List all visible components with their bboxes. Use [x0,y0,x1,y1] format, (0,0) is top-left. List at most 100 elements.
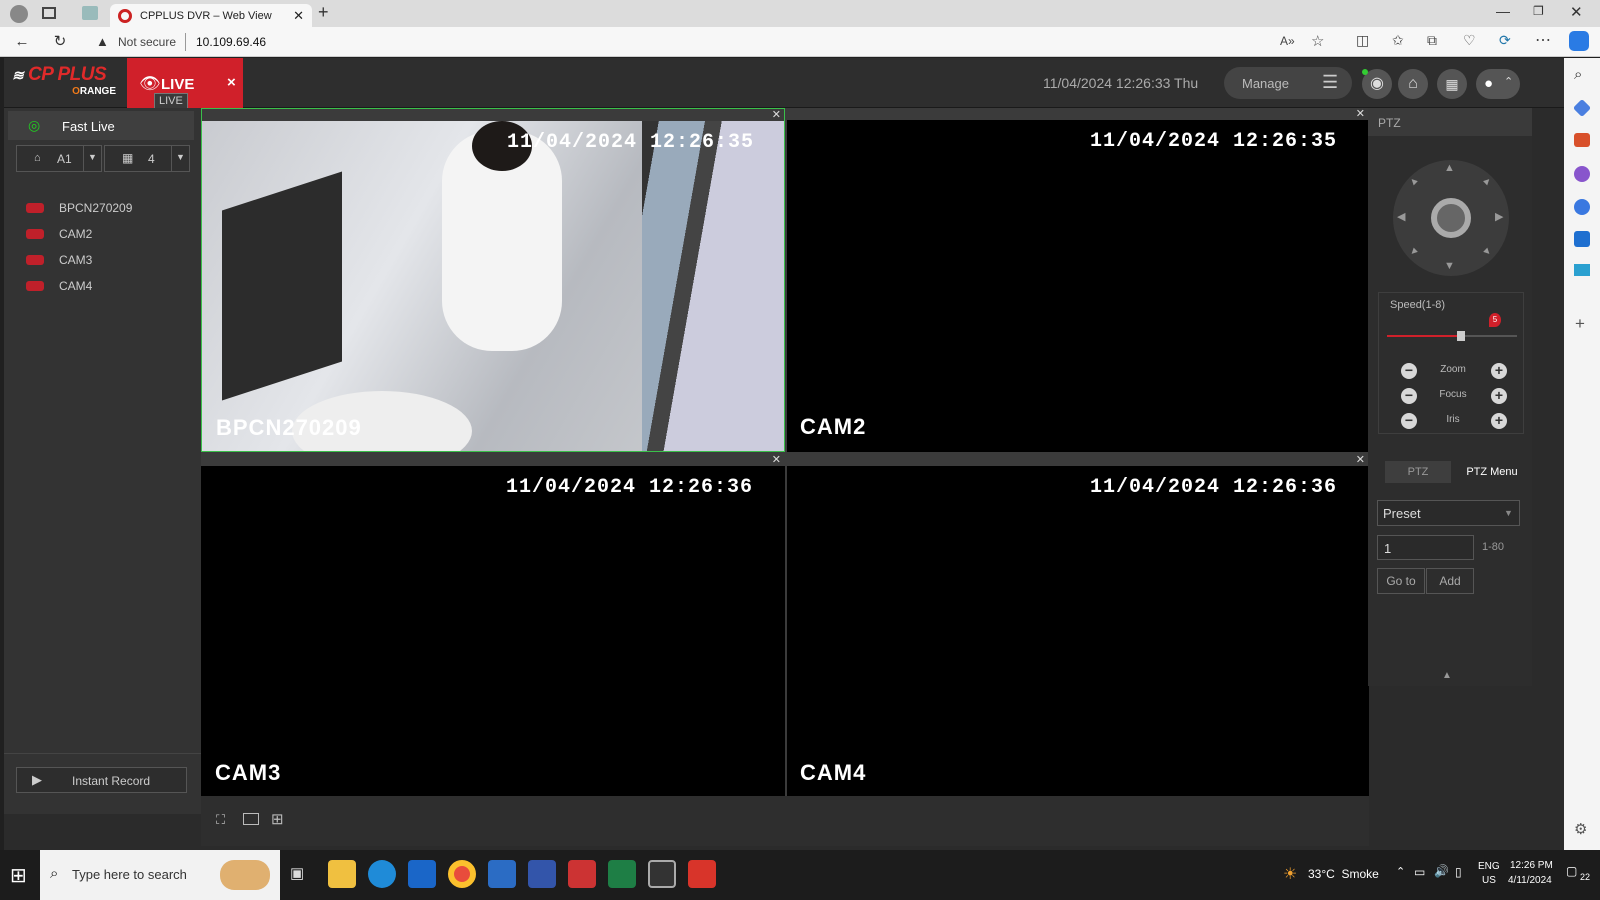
arrow-upleft-icon[interactable]: ▲ [1407,174,1422,189]
collapse-up-icon[interactable]: ▲ [1442,670,1452,681]
terminal-icon[interactable] [648,860,676,888]
settings-gear-icon[interactable]: ⚙ [1574,820,1587,838]
active-browser-tab[interactable]: CPPLUS DVR – Web View ✕ [110,4,312,27]
browser-essentials-icon[interactable]: ♡ [1463,32,1476,49]
reload-icon[interactable]: ↻ [50,32,70,52]
channel-item[interactable]: CAM4 [4,275,204,299]
send-icon[interactable] [1574,264,1590,276]
tab-ptz[interactable]: PTZ [1385,461,1451,483]
favorite-star-icon[interactable]: ☆ [1311,32,1324,50]
split-screen-icon[interactable]: ◫ [1356,32,1369,49]
arrow-downleft-icon[interactable]: ▲ [1407,244,1422,259]
focus-in-button[interactable]: + [1491,388,1507,404]
ptz-center-icon[interactable] [1431,198,1471,238]
add-preset-button[interactable]: Add [1426,568,1474,594]
read-aloud-icon[interactable]: A» [1280,34,1295,48]
profile-icon[interactable] [10,5,28,23]
speed-slider[interactable] [1387,331,1517,341]
zoom-out-button[interactable]: − [1401,363,1417,379]
arrow-up-icon[interactable]: ▲ [1444,162,1455,174]
edge-browser-icon[interactable] [368,860,396,888]
restore-icon[interactable]: ❐ [1533,4,1544,18]
live-tab-close-icon[interactable]: × [227,74,236,91]
store-icon[interactable] [488,860,516,888]
new-tab-button[interactable]: + [318,2,329,23]
quad-view-icon[interactable]: ⊞ [271,810,284,828]
url-field[interactable]: 10.109.69.46 [196,35,266,49]
outlook-icon[interactable] [1574,231,1590,247]
clock-time[interactable]: 12:26 PM [1510,860,1553,871]
home-icon[interactable]: ⌂ [1398,69,1428,99]
ptz-direction-pad[interactable]: ▲ ▼ ◀ ▶ ▲ ▲ ▲ ▲ [1393,160,1509,276]
iris-open-button[interactable]: + [1491,413,1507,429]
cell-close-icon[interactable]: ✕ [1356,109,1365,120]
video-cell-2[interactable]: ✕ 11/04/2024 12:26:35 CAM2 [787,108,1369,452]
chrome-icon[interactable] [448,860,476,888]
iris-close-button[interactable]: − [1401,413,1417,429]
speed-slider-thumb[interactable] [1457,331,1466,341]
app-icon[interactable] [528,860,556,888]
cell-close-icon[interactable]: ✕ [772,455,781,466]
preset-select[interactable]: Preset ▼ [1377,500,1520,526]
video-cell-3[interactable]: ✕ 11/04/2024 12:26:36 CAM3 [201,454,785,796]
window-close-icon[interactable]: ✕ [1570,3,1583,21]
excel-icon[interactable] [608,860,636,888]
app-icon[interactable] [568,860,596,888]
preset-number-input[interactable]: 1 [1377,535,1474,560]
fullscreen-icon[interactable]: ⛶ [216,812,225,828]
app-icon[interactable] [688,860,716,888]
cell-close-icon[interactable]: ✕ [1356,455,1365,466]
tab-ptz-menu[interactable]: PTZ Menu [1458,461,1526,483]
arrow-down-icon[interactable]: ▼ [1444,260,1455,272]
favorites-icon[interactable]: ✩ [1392,32,1404,49]
back-icon[interactable]: ← [12,32,32,52]
channel-item[interactable]: CAM3 [4,249,204,273]
workspaces-icon[interactable] [42,7,56,19]
single-view-icon[interactable] [243,813,259,825]
video-cell-1[interactable]: ✕ 11/04/2024 12:26:35 BPCN270209 [201,108,785,452]
arrow-downright-icon[interactable]: ▲ [1480,244,1495,259]
video-cell-4[interactable]: ✕ 11/04/2024 12:26:36 CAM4 [787,454,1369,796]
arrow-upright-icon[interactable]: ▲ [1480,174,1495,189]
security-status[interactable]: Not secure [118,35,176,49]
taskbar-search-box[interactable]: ⌕ Type here to search [40,850,280,900]
layout-grid-icon[interactable]: ▦ [1437,69,1467,99]
file-explorer-icon[interactable] [328,860,356,888]
tray-chevron-icon[interactable]: ⌃ [1396,865,1405,878]
channel-item[interactable]: CAM2 [4,223,204,247]
office-icon[interactable] [1574,199,1590,215]
instant-record-button[interactable]: ▶ Instant Record [16,767,187,793]
tools-icon[interactable] [1574,133,1590,147]
copilot-icon[interactable] [1569,31,1589,51]
add-app-icon[interactable]: + [1575,314,1585,334]
fast-live-row[interactable]: ◎ Fast Live [8,111,194,140]
pinned-tab-icon[interactable] [82,6,98,20]
channel-item[interactable]: BPCN270209 [4,197,204,221]
task-view-icon[interactable]: ▣ [290,864,304,882]
battery-icon[interactable]: ▯ [1455,865,1462,879]
language-indicator[interactable]: ENG [1478,861,1500,872]
manage-button[interactable]: Manage ☰ [1224,67,1352,99]
weather-text[interactable]: 33°C Smoke [1308,867,1379,881]
zoom-in-button[interactable]: + [1491,363,1507,379]
search-icon[interactable]: ⌕ [1574,66,1582,83]
notification-icon[interactable]: ▢ [1566,864,1577,878]
volume-icon[interactable]: 🔊 [1434,864,1449,878]
network-icon[interactable]: ▭ [1414,865,1425,879]
close-tab-icon[interactable]: ✕ [293,8,304,24]
more-menu-icon[interactable]: ⋯ [1535,30,1551,50]
goto-button[interactable]: Go to [1377,568,1425,594]
user-menu-button[interactable]: ● ⌃ [1476,69,1520,99]
arrow-right-icon[interactable]: ▶ [1495,210,1503,223]
split-select[interactable]: ▦ 4 ▼ [104,145,190,172]
cell-close-icon[interactable]: ✕ [772,110,781,121]
minimize-icon[interactable]: — [1496,3,1510,19]
stream-select[interactable]: ⌂ A1 ▼ [16,145,102,172]
focus-out-button[interactable]: − [1401,388,1417,404]
collections-icon[interactable]: ⧉ [1427,32,1437,49]
outlook-taskbar-icon[interactable] [408,860,436,888]
windows-start-icon[interactable]: ⊞ [10,863,27,888]
arrow-left-icon[interactable]: ◀ [1397,210,1405,223]
extensions-icon[interactable]: ⟳ [1499,32,1511,49]
games-icon[interactable] [1574,166,1590,182]
